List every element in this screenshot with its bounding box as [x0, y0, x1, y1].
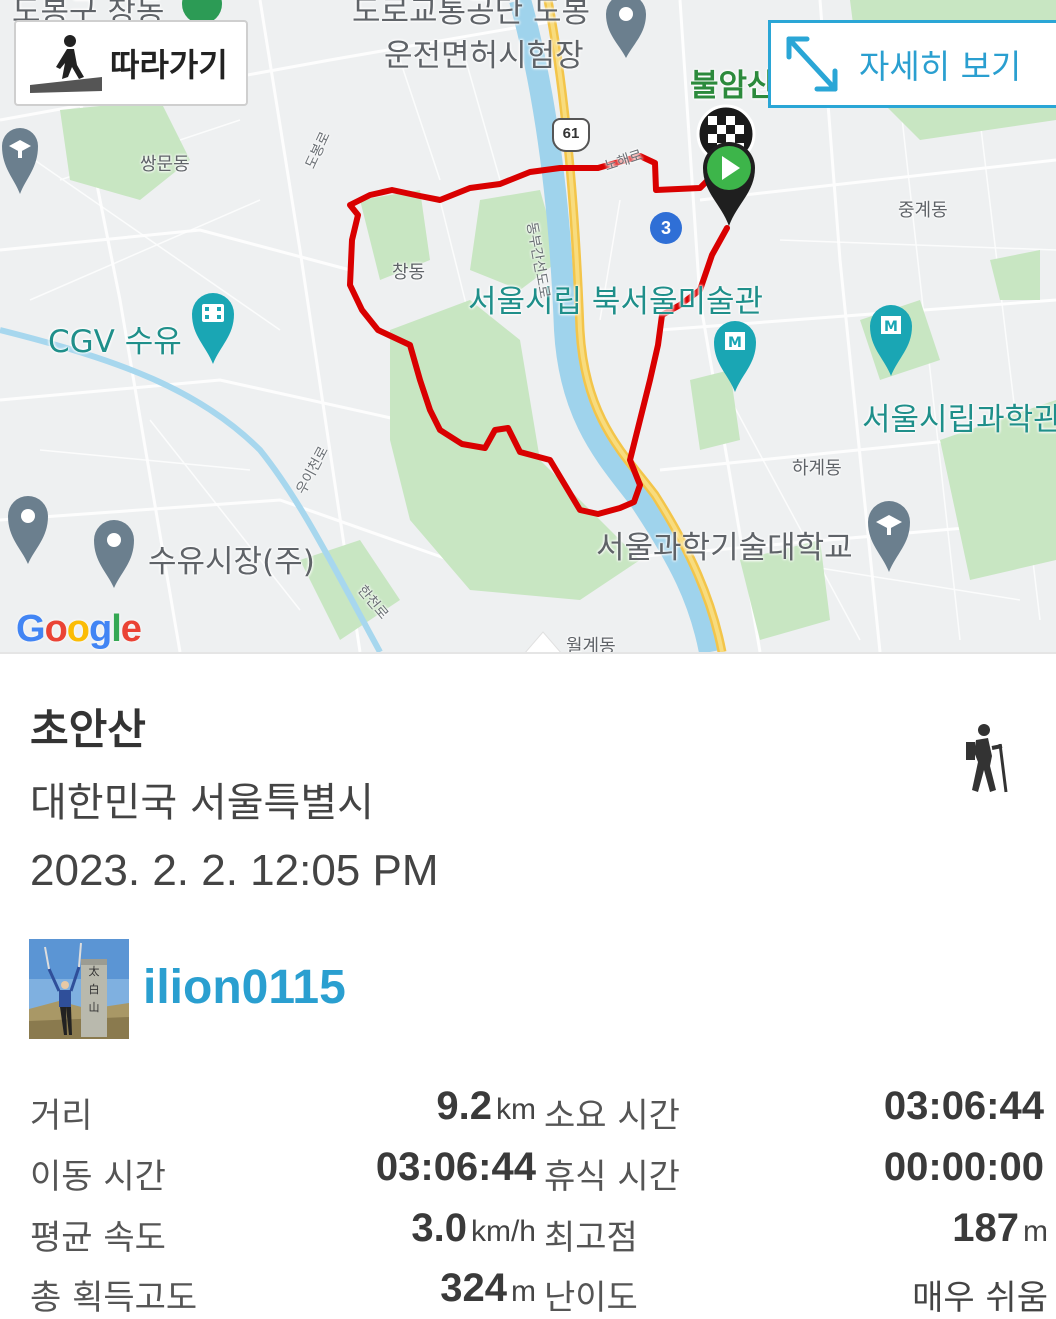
detail-view-button[interactable]: 자세히 보기 — [768, 20, 1056, 108]
peak-value: 187 — [952, 1206, 1019, 1250]
stat-row-moving: 이동 시간 03:06:44 휴식 시간 00:00:00 — [0, 1141, 1056, 1197]
avg-speed-value: 3.0 — [411, 1206, 467, 1250]
map-label-science-museum: 서울시립과학관 — [862, 402, 1056, 438]
subway-line-3-icon: 3 — [650, 212, 682, 244]
avg-speed-label: 평균 속도 — [30, 1218, 166, 1258]
difficulty-label: 난이도 — [544, 1278, 638, 1318]
peak-label: 최고점 — [544, 1218, 638, 1258]
map-label-junggye: 중계동 — [898, 200, 948, 221]
duration-label: 소요 시간 — [544, 1096, 680, 1136]
map-label-cgv: CGV 수유 — [48, 324, 182, 360]
follow-button[interactable]: 따라가기 — [14, 20, 248, 106]
map-label-changdong: 창동 — [392, 262, 426, 283]
rest-time-value: 00:00:00 — [883, 1145, 1044, 1189]
transport-pin-icon[interactable] — [604, 0, 648, 60]
start-marker-icon[interactable] — [700, 138, 758, 228]
university-pin-icon[interactable] — [866, 498, 912, 574]
duration-value: 03:06:44 — [883, 1084, 1044, 1128]
user-avatar[interactable]: 太 白 山 — [29, 939, 129, 1039]
trip-region: 대한민국 서울특별시 — [30, 780, 374, 826]
distance-value-group: 9.2 km — [436, 1084, 536, 1129]
map-label-museum: 서울시립 북서울미술관 — [468, 284, 764, 320]
svg-text:M: M — [884, 319, 898, 335]
rest-time-label: 휴식 시간 — [544, 1157, 680, 1197]
elevation-gain-value-group: 324 m — [440, 1266, 536, 1311]
difficulty-value: 매우 쉬움 — [912, 1278, 1048, 1318]
cinema-pin-icon[interactable] — [190, 290, 236, 366]
science-museum-pin-icon[interactable]: M — [868, 302, 914, 378]
elevation-gain-value: 324 — [440, 1266, 507, 1310]
trip-title: 초안산 — [30, 705, 146, 754]
svg-text:白: 白 — [89, 982, 100, 996]
svg-text:山: 山 — [89, 1001, 100, 1014]
detail-view-label: 자세히 보기 — [859, 47, 1022, 86]
follow-button-label: 따라가기 — [110, 46, 228, 84]
map-label-suyu-market: 수유시장(주) — [148, 544, 315, 580]
moving-time-value: 03:06:44 — [375, 1145, 536, 1189]
stat-row-distance: 거리 9.2 km 소요 시간 03:06:44 — [0, 1080, 1056, 1136]
panel-pointer — [524, 631, 562, 654]
museum-pin-icon[interactable]: M — [712, 318, 758, 394]
route-map[interactable]: 운전면허시험장 도로교통공단 도봉 도봉구 창동 불암산 쌍문동 창동 서울시립… — [0, 0, 1056, 652]
map-label-university: 서울과학기술대학교 — [596, 530, 853, 566]
route-61-shield: 61 — [552, 118, 590, 152]
peak-value-group: 187 m — [952, 1206, 1048, 1251]
map-label-transport-hall: 도로교통공단 도봉 — [352, 0, 591, 30]
map-label-bulamsan: 불암산 — [690, 68, 776, 104]
market-pin-icon[interactable] — [92, 518, 136, 590]
stat-row-speed: 평균 속도 3.0 km/h 최고점 187 m — [0, 1202, 1056, 1258]
elevation-gain-label: 총 획득고도 — [30, 1278, 198, 1318]
avatar-photo: 太 白 山 — [29, 939, 129, 1039]
place-pin-icon[interactable] — [6, 494, 50, 566]
username-link[interactable]: ilion0115 — [143, 960, 346, 1015]
avg-speed-value-group: 3.0 km/h — [411, 1206, 536, 1251]
elevation-gain-unit: m — [511, 1275, 536, 1308]
moving-time-label: 이동 시간 — [30, 1157, 166, 1197]
hiker-path-icon — [30, 35, 102, 93]
map-label-hagye: 하계동 — [792, 458, 842, 479]
map-label-license-office: 운전면허시험장 — [384, 38, 584, 74]
distance-value: 9.2 — [436, 1084, 492, 1128]
distance-unit: km — [496, 1093, 536, 1126]
map-label-ssangmun: 쌍문동 — [140, 154, 190, 175]
hiking-icon — [966, 724, 1008, 793]
expand-icon — [786, 36, 838, 92]
google-logo: Google — [16, 608, 142, 650]
panel-divider — [0, 652, 1056, 654]
svg-text:太: 太 — [89, 965, 100, 978]
distance-label: 거리 — [30, 1096, 93, 1136]
map-label-wolgye: 월계동 — [566, 636, 616, 652]
avg-speed-unit: km/h — [470, 1215, 536, 1248]
school-pin-icon[interactable] — [0, 124, 40, 196]
trip-datetime: 2023. 2. 2. 12:05 PM — [30, 846, 439, 895]
svg-text:M: M — [728, 335, 742, 351]
stat-row-gain: 총 획득고도 324 m 난이도 매우 쉬움 — [0, 1262, 1056, 1318]
peak-unit: m — [1023, 1215, 1048, 1248]
